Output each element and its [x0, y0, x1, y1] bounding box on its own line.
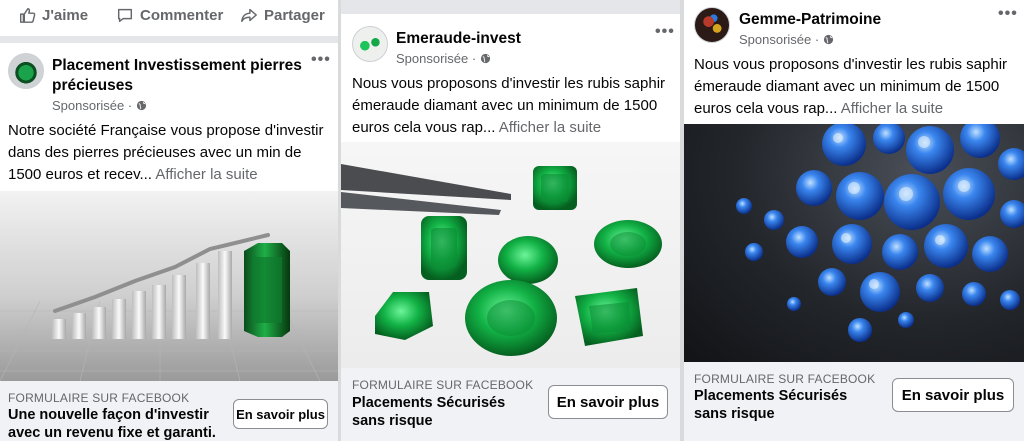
page-name[interactable]: Placement Investissement pierres précieu…	[52, 56, 317, 96]
see-more-link[interactable]: Afficher la suite	[841, 100, 943, 117]
blue-sapphires-illustration	[736, 124, 1024, 342]
ad-card-1: Placement Investissement pierres précieu…	[0, 43, 338, 441]
sponsored-text: Sponsorisée ·	[739, 32, 820, 47]
ad-column-1: J'aime Commenter Partager Placement Inve…	[0, 0, 338, 441]
ad-card-2: Emeraude-invest Sponsorisée · ••• Nous v…	[341, 14, 680, 441]
cta-caption: FORMULAIRE SUR FACEBOOK	[352, 378, 534, 392]
comment-button[interactable]: Commenter	[116, 6, 223, 24]
sponsored-text: Sponsorisée ·	[396, 51, 477, 66]
previous-post-actions: J'aime Commenter Partager	[0, 0, 338, 36]
page-name[interactable]: Emeraude-invest	[396, 29, 521, 49]
cta-bar: FORMULAIRE SUR FACEBOOK Placements Sécur…	[684, 362, 1024, 441]
share-button[interactable]: Partager	[240, 6, 325, 24]
feed-screenshot: J'aime Commenter Partager Placement Inve…	[0, 0, 1024, 441]
ad-column-2: Emeraude-invest Sponsorisée · ••• Nous v…	[341, 0, 680, 441]
share-label: Partager	[264, 6, 325, 24]
sponsored-label: Sponsorisée ·	[396, 51, 491, 66]
ad-image[interactable]	[341, 142, 680, 368]
like-label: J'aime	[42, 6, 89, 24]
share-arrow-icon	[241, 8, 257, 23]
globe-icon	[824, 34, 834, 45]
sponsored-text: Sponsorisée ·	[52, 98, 133, 113]
thumbs-up-icon	[19, 7, 36, 23]
page-avatar[interactable]	[8, 53, 44, 89]
see-more-link[interactable]: Afficher la suite	[499, 119, 601, 136]
more-options-icon[interactable]: •••	[311, 51, 331, 69]
globe-icon	[481, 53, 491, 64]
page-name[interactable]: Gemme-Patrimoine	[739, 10, 881, 30]
cta-caption: FORMULAIRE SUR FACEBOOK	[694, 372, 876, 386]
ad-text: Nous vous proposons d'investir les rubis…	[694, 54, 1020, 120]
ad-image[interactable]	[684, 124, 1024, 362]
comment-bubble-icon	[117, 8, 133, 23]
cta-caption: FORMULAIRE SUR FACEBOOK	[8, 391, 190, 405]
ad-text: Notre société Française vous propose d'i…	[8, 120, 333, 186]
globe-icon	[137, 100, 147, 111]
cta-title: Placements Sécurisés sans risque	[694, 388, 848, 422]
more-options-icon[interactable]: •••	[655, 23, 675, 41]
page-avatar[interactable]	[352, 26, 388, 62]
learn-more-button[interactable]: En savoir plus	[233, 399, 328, 429]
like-button[interactable]: J'aime	[18, 6, 88, 24]
more-options-icon[interactable]: •••	[998, 5, 1018, 23]
emeralds-tweezers-illustration	[341, 164, 662, 356]
page-avatar[interactable]	[694, 7, 730, 43]
growth-bars-emerald-illustration	[0, 233, 338, 381]
learn-more-button[interactable]: En savoir plus	[892, 378, 1014, 412]
sponsored-label: Sponsorisée ·	[52, 98, 147, 113]
ad-image[interactable]	[0, 191, 338, 381]
cta-title: Placements Sécurisés sans risque	[352, 395, 506, 429]
cta-bar: FORMULAIRE SUR FACEBOOK Placements Sécur…	[341, 368, 680, 441]
cta-bar: FORMULAIRE SUR FACEBOOK Une nouvelle faç…	[0, 381, 338, 441]
ad-card-3: Gemme-Patrimoine Sponsorisée · ••• Nous …	[684, 0, 1024, 441]
cta-title: Une nouvelle façon d'investir avec un re…	[8, 407, 216, 441]
ad-text: Nous vous proposons d'investir les rubis…	[352, 73, 674, 139]
sponsored-label: Sponsorisée ·	[739, 32, 834, 47]
comment-label: Commenter	[140, 6, 224, 24]
ad-column-3: Gemme-Patrimoine Sponsorisée · ••• Nous …	[684, 0, 1024, 441]
learn-more-button[interactable]: En savoir plus	[548, 385, 668, 419]
see-more-link[interactable]: Afficher la suite	[155, 166, 257, 183]
